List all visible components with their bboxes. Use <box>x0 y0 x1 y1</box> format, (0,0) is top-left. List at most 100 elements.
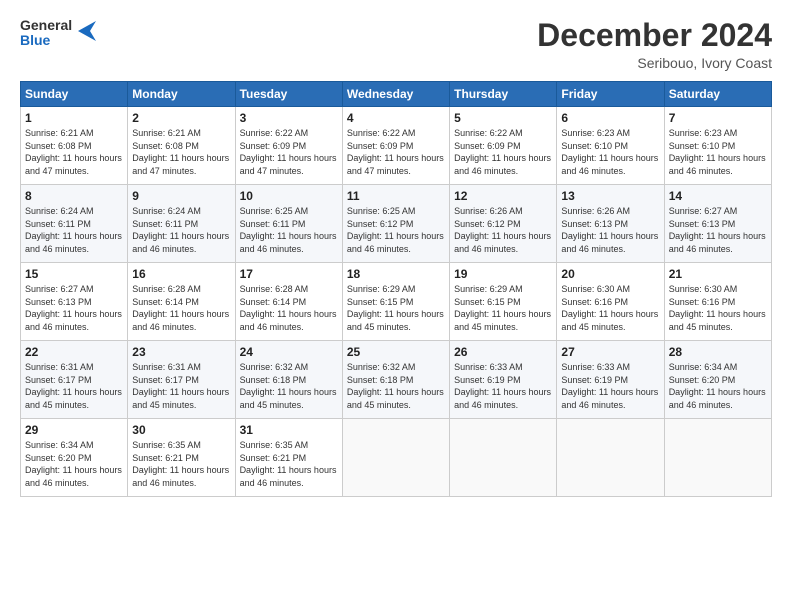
day-number: 5 <box>454 111 552 125</box>
table-cell <box>342 419 449 497</box>
header-wednesday: Wednesday <box>342 82 449 107</box>
day-info: Sunrise: 6:27 AMSunset: 6:13 PMDaylight:… <box>25 284 122 332</box>
table-cell: 14 Sunrise: 6:27 AMSunset: 6:13 PMDaylig… <box>664 185 771 263</box>
day-info: Sunrise: 6:35 AMSunset: 6:21 PMDaylight:… <box>240 440 337 488</box>
calendar-table: SundayMondayTuesdayWednesdayThursdayFrid… <box>20 81 772 497</box>
header-tuesday: Tuesday <box>235 82 342 107</box>
calendar-header: SundayMondayTuesdayWednesdayThursdayFrid… <box>21 82 772 107</box>
table-cell: 30 Sunrise: 6:35 AMSunset: 6:21 PMDaylig… <box>128 419 235 497</box>
day-info: Sunrise: 6:34 AMSunset: 6:20 PMDaylight:… <box>669 362 766 410</box>
week-row-3: 15 Sunrise: 6:27 AMSunset: 6:13 PMDaylig… <box>21 263 772 341</box>
day-info: Sunrise: 6:25 AMSunset: 6:11 PMDaylight:… <box>240 206 337 254</box>
day-info: Sunrise: 6:22 AMSunset: 6:09 PMDaylight:… <box>454 128 551 176</box>
day-info: Sunrise: 6:23 AMSunset: 6:10 PMDaylight:… <box>669 128 766 176</box>
day-number: 25 <box>347 345 445 359</box>
day-info: Sunrise: 6:25 AMSunset: 6:12 PMDaylight:… <box>347 206 444 254</box>
day-number: 6 <box>561 111 659 125</box>
day-number: 7 <box>669 111 767 125</box>
day-number: 30 <box>132 423 230 437</box>
table-cell: 25 Sunrise: 6:32 AMSunset: 6:18 PMDaylig… <box>342 341 449 419</box>
day-number: 12 <box>454 189 552 203</box>
day-number: 9 <box>132 189 230 203</box>
logo-general: General <box>20 18 72 33</box>
table-cell: 6 Sunrise: 6:23 AMSunset: 6:10 PMDayligh… <box>557 107 664 185</box>
day-number: 20 <box>561 267 659 281</box>
table-cell: 26 Sunrise: 6:33 AMSunset: 6:19 PMDaylig… <box>450 341 557 419</box>
table-cell: 1 Sunrise: 6:21 AMSunset: 6:08 PMDayligh… <box>21 107 128 185</box>
calendar-body: 1 Sunrise: 6:21 AMSunset: 6:08 PMDayligh… <box>21 107 772 497</box>
day-number: 1 <box>25 111 123 125</box>
table-cell: 12 Sunrise: 6:26 AMSunset: 6:12 PMDaylig… <box>450 185 557 263</box>
day-info: Sunrise: 6:24 AMSunset: 6:11 PMDaylight:… <box>25 206 122 254</box>
table-cell: 18 Sunrise: 6:29 AMSunset: 6:15 PMDaylig… <box>342 263 449 341</box>
header-row: SundayMondayTuesdayWednesdayThursdayFrid… <box>21 82 772 107</box>
header-sunday: Sunday <box>21 82 128 107</box>
table-cell: 8 Sunrise: 6:24 AMSunset: 6:11 PMDayligh… <box>21 185 128 263</box>
table-cell: 5 Sunrise: 6:22 AMSunset: 6:09 PMDayligh… <box>450 107 557 185</box>
day-info: Sunrise: 6:31 AMSunset: 6:17 PMDaylight:… <box>132 362 229 410</box>
table-cell <box>450 419 557 497</box>
day-info: Sunrise: 6:31 AMSunset: 6:17 PMDaylight:… <box>25 362 122 410</box>
day-number: 15 <box>25 267 123 281</box>
day-info: Sunrise: 6:32 AMSunset: 6:18 PMDaylight:… <box>347 362 444 410</box>
day-number: 23 <box>132 345 230 359</box>
day-info: Sunrise: 6:26 AMSunset: 6:12 PMDaylight:… <box>454 206 551 254</box>
day-info: Sunrise: 6:22 AMSunset: 6:09 PMDaylight:… <box>347 128 444 176</box>
day-info: Sunrise: 6:27 AMSunset: 6:13 PMDaylight:… <box>669 206 766 254</box>
day-number: 21 <box>669 267 767 281</box>
table-cell: 7 Sunrise: 6:23 AMSunset: 6:10 PMDayligh… <box>664 107 771 185</box>
calendar-title: December 2024 <box>537 18 772 53</box>
calendar-subtitle: Seribouo, Ivory Coast <box>537 55 772 71</box>
day-number: 14 <box>669 189 767 203</box>
day-info: Sunrise: 6:24 AMSunset: 6:11 PMDaylight:… <box>132 206 229 254</box>
day-number: 24 <box>240 345 338 359</box>
table-cell <box>557 419 664 497</box>
table-cell: 10 Sunrise: 6:25 AMSunset: 6:11 PMDaylig… <box>235 185 342 263</box>
table-cell: 31 Sunrise: 6:35 AMSunset: 6:21 PMDaylig… <box>235 419 342 497</box>
table-cell: 29 Sunrise: 6:34 AMSunset: 6:20 PMDaylig… <box>21 419 128 497</box>
day-info: Sunrise: 6:28 AMSunset: 6:14 PMDaylight:… <box>240 284 337 332</box>
day-info: Sunrise: 6:29 AMSunset: 6:15 PMDaylight:… <box>454 284 551 332</box>
logo: General Blue <box>20 18 96 49</box>
day-info: Sunrise: 6:21 AMSunset: 6:08 PMDaylight:… <box>25 128 122 176</box>
day-number: 13 <box>561 189 659 203</box>
table-cell: 23 Sunrise: 6:31 AMSunset: 6:17 PMDaylig… <box>128 341 235 419</box>
table-cell: 19 Sunrise: 6:29 AMSunset: 6:15 PMDaylig… <box>450 263 557 341</box>
table-cell: 15 Sunrise: 6:27 AMSunset: 6:13 PMDaylig… <box>21 263 128 341</box>
day-info: Sunrise: 6:29 AMSunset: 6:15 PMDaylight:… <box>347 284 444 332</box>
day-info: Sunrise: 6:23 AMSunset: 6:10 PMDaylight:… <box>561 128 658 176</box>
header-friday: Friday <box>557 82 664 107</box>
day-number: 4 <box>347 111 445 125</box>
day-info: Sunrise: 6:30 AMSunset: 6:16 PMDaylight:… <box>669 284 766 332</box>
day-number: 17 <box>240 267 338 281</box>
logo-bird-icon <box>74 17 96 45</box>
day-number: 29 <box>25 423 123 437</box>
table-cell: 9 Sunrise: 6:24 AMSunset: 6:11 PMDayligh… <box>128 185 235 263</box>
table-cell: 4 Sunrise: 6:22 AMSunset: 6:09 PMDayligh… <box>342 107 449 185</box>
week-row-2: 8 Sunrise: 6:24 AMSunset: 6:11 PMDayligh… <box>21 185 772 263</box>
table-cell: 20 Sunrise: 6:30 AMSunset: 6:16 PMDaylig… <box>557 263 664 341</box>
day-info: Sunrise: 6:26 AMSunset: 6:13 PMDaylight:… <box>561 206 658 254</box>
table-cell: 17 Sunrise: 6:28 AMSunset: 6:14 PMDaylig… <box>235 263 342 341</box>
week-row-4: 22 Sunrise: 6:31 AMSunset: 6:17 PMDaylig… <box>21 341 772 419</box>
header-monday: Monday <box>128 82 235 107</box>
day-number: 19 <box>454 267 552 281</box>
table-cell: 28 Sunrise: 6:34 AMSunset: 6:20 PMDaylig… <box>664 341 771 419</box>
day-info: Sunrise: 6:30 AMSunset: 6:16 PMDaylight:… <box>561 284 658 332</box>
table-cell: 24 Sunrise: 6:32 AMSunset: 6:18 PMDaylig… <box>235 341 342 419</box>
day-number: 10 <box>240 189 338 203</box>
day-info: Sunrise: 6:28 AMSunset: 6:14 PMDaylight:… <box>132 284 229 332</box>
table-cell: 11 Sunrise: 6:25 AMSunset: 6:12 PMDaylig… <box>342 185 449 263</box>
table-cell: 27 Sunrise: 6:33 AMSunset: 6:19 PMDaylig… <box>557 341 664 419</box>
table-cell: 3 Sunrise: 6:22 AMSunset: 6:09 PMDayligh… <box>235 107 342 185</box>
day-info: Sunrise: 6:33 AMSunset: 6:19 PMDaylight:… <box>454 362 551 410</box>
day-number: 2 <box>132 111 230 125</box>
header: General Blue December 2024 Seribouo, Ivo… <box>20 18 772 71</box>
header-saturday: Saturday <box>664 82 771 107</box>
table-cell: 16 Sunrise: 6:28 AMSunset: 6:14 PMDaylig… <box>128 263 235 341</box>
table-cell: 13 Sunrise: 6:26 AMSunset: 6:13 PMDaylig… <box>557 185 664 263</box>
day-number: 27 <box>561 345 659 359</box>
page: General Blue December 2024 Seribouo, Ivo… <box>0 0 792 612</box>
day-number: 22 <box>25 345 123 359</box>
table-cell <box>664 419 771 497</box>
